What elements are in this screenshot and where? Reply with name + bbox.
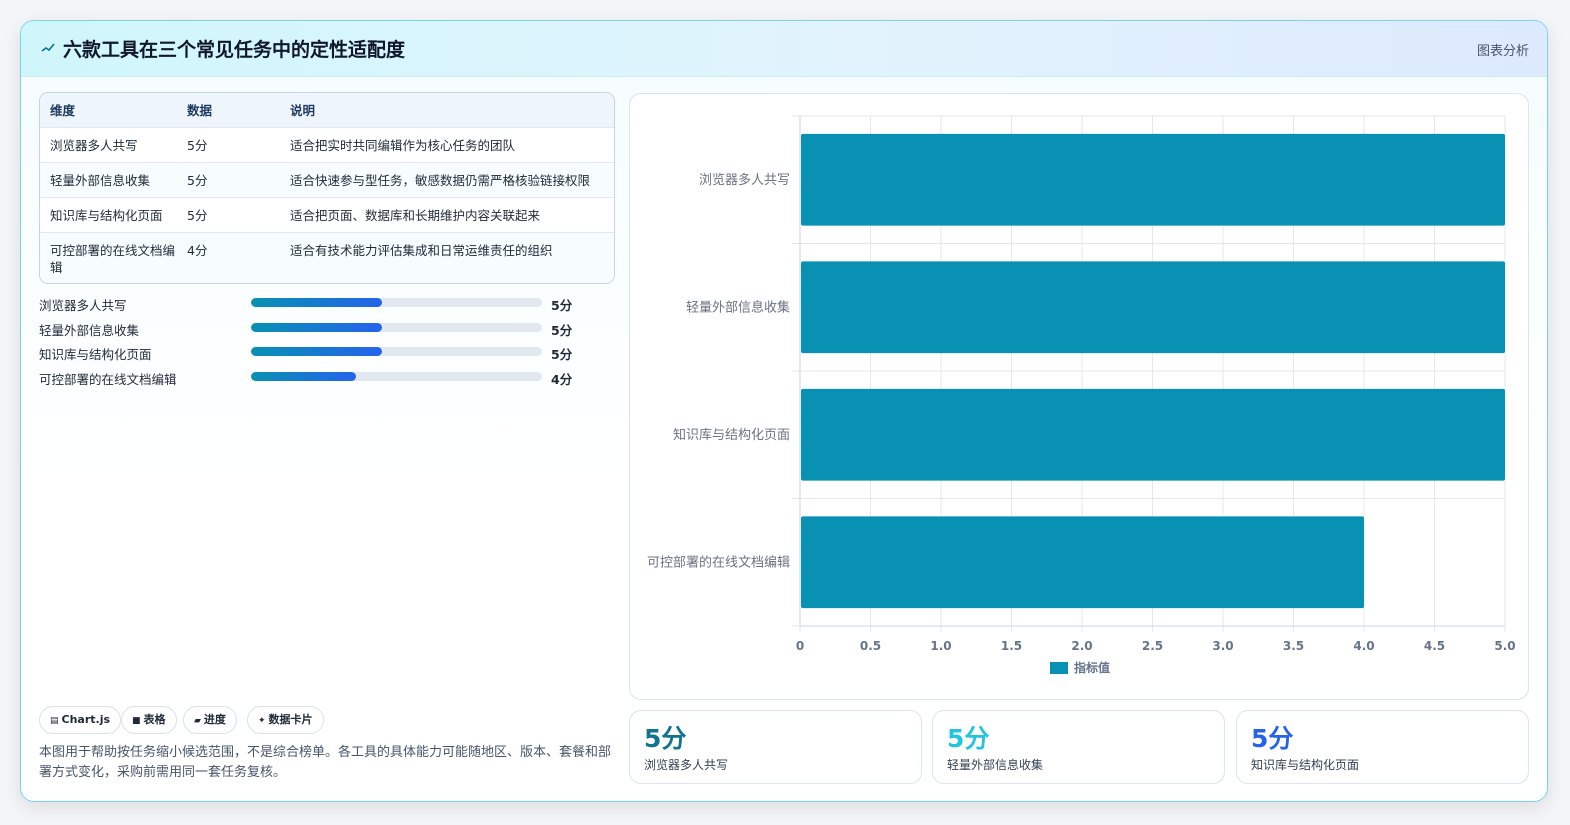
x-tick-label: 4.5: [1424, 639, 1445, 653]
chart-panel: 0 0.5 1.0 1.5 2.0 2.5 3.0 3.5 4.0 4.5 5.0 浏览器多人共写轻量…: [629, 93, 1529, 700]
progress-track: [251, 298, 542, 307]
dashboard-card: 六款工具在三个常见任务中的定性适配度 图表分析 维度 数据 说明 浏览器多人共写…: [20, 20, 1548, 802]
table-cell-value: 5分: [187, 208, 208, 223]
tag-label: 数据卡片: [268, 713, 313, 726]
progress-track: [251, 372, 542, 381]
x-tick-label: 3.5: [1283, 639, 1304, 653]
progress-fill: [251, 372, 356, 381]
table-icon: ■: [132, 716, 141, 726]
progress-list: 浏览器多人共写 5分 轻量外部信息收集 5分 知识库与结构化页面 5分 可控部署…: [39, 293, 599, 403]
x-tick-label: 2.5: [1142, 639, 1163, 653]
tag-table[interactable]: ■ 表格: [121, 706, 177, 734]
footnote: 本图用于帮助按任务缩小候选范围，不是综合榜单。各工具的具体能力可能随地区、版本、…: [39, 745, 612, 780]
tag-label: 进度: [203, 713, 226, 726]
tag-label: 表格: [143, 713, 166, 726]
category-label: 浏览器多人共写: [699, 172, 790, 188]
stat-card: 5分 浏览器多人共写: [629, 710, 922, 784]
table-cell-dimension: 知识库与结构化页面: [50, 208, 163, 223]
progress-label: 知识库与结构化页面: [39, 347, 152, 362]
stat-card: 5分 知识库与结构化页面: [1236, 710, 1529, 784]
progress-value: 5分: [551, 323, 573, 338]
x-tick-label: 2.0: [1071, 639, 1092, 653]
data-table: 维度 数据 说明 浏览器多人共写 5分 适合把实时共同编辑作为核心任务的团队 轻…: [39, 92, 615, 284]
table-header-description: 说明: [290, 103, 316, 118]
category-label: 可控部署的在线文档编辑: [647, 554, 790, 570]
x-tick-label: 4.0: [1353, 639, 1374, 653]
chart-analysis-link[interactable]: 图表分析: [1477, 40, 1529, 59]
tag-progress[interactable]: ▰ 进度: [183, 706, 237, 734]
progress-track: [251, 323, 542, 332]
x-tick-label: 0: [796, 639, 804, 653]
tag-list: ▤ Chart.js ■ 表格 ▰ 进度 ✦ 数据卡片: [39, 706, 439, 736]
chart-icon: ▤: [50, 716, 59, 726]
x-tick-label: 1.5: [1001, 639, 1022, 653]
x-tick-label: 1.0: [930, 639, 951, 653]
table-header-row: 维度 数据 说明: [40, 93, 614, 127]
legend-label: 指标值: [1074, 660, 1110, 675]
table-cell-description: 适合有技术能力评估集成和日常运维责任的组织: [290, 243, 553, 258]
table-row: 轻量外部信息收集 5分 适合快速参与型任务，敏感数据仍需严格核验链接权限: [40, 162, 614, 197]
tag-chartjs[interactable]: ▤ Chart.js: [39, 706, 122, 734]
stat-value: 5分: [947, 724, 990, 753]
tag-data-card[interactable]: ✦ 数据卡片: [247, 706, 324, 734]
progress-fill: [251, 298, 382, 307]
progress-label: 浏览器多人共写: [39, 298, 127, 313]
page-title: 六款工具在三个常见任务中的定性适配度: [63, 39, 406, 61]
bar: [801, 261, 1505, 354]
progress-fill: [251, 323, 382, 332]
progress-row: 知识库与结构化页面 5分: [39, 342, 599, 362]
stat-value: 5分: [1251, 724, 1294, 753]
card-icon: ✦: [258, 716, 266, 726]
progress-value: 5分: [551, 347, 573, 362]
category-label: 轻量外部信息收集: [686, 299, 790, 315]
table-cell-dimension: 轻量外部信息收集: [50, 173, 151, 188]
tag-label: Chart.js: [61, 713, 111, 726]
legend-swatch: [1050, 662, 1068, 674]
progress-icon: ▰: [194, 716, 201, 726]
bar: [801, 133, 1505, 226]
category-label: 知识库与结构化页面: [673, 427, 790, 443]
stat-label: 知识库与结构化页面: [1251, 758, 1360, 772]
table-row: 知识库与结构化页面 5分 适合把页面、数据库和长期维护内容关联起来: [40, 197, 614, 232]
table-cell-dimension: 可控部署的在线文档编辑: [50, 243, 176, 275]
progress-row: 浏览器多人共写 5分: [39, 293, 599, 313]
stat-value: 5分: [644, 724, 687, 753]
bar: [801, 516, 1364, 609]
progress-row: 可控部署的在线文档编辑 4分: [39, 367, 599, 387]
progress-track: [251, 347, 542, 356]
table-cell-value: 5分: [187, 138, 208, 153]
table-row: 可控部署的在线文档编辑 4分 适合有技术能力评估集成和日常运维责任的组织: [40, 232, 614, 283]
x-tick-label: 5.0: [1494, 639, 1515, 653]
stat-card: 5分 轻量外部信息收集: [932, 710, 1225, 784]
progress-label: 可控部署的在线文档编辑: [39, 372, 177, 387]
progress-value: 4分: [551, 372, 573, 387]
table-cell-description: 适合快速参与型任务，敏感数据仍需严格核验链接权限: [290, 173, 591, 188]
progress-fill: [251, 347, 382, 356]
header: 六款工具在三个常见任务中的定性适配度 图表分析: [21, 21, 1547, 77]
bar-chart: 0 0.5 1.0 1.5 2.0 2.5 3.0 3.5 4.0 4.5 5.0 浏览器多人共写轻量…: [647, 115, 1516, 675]
table-header-dimension: 维度: [50, 103, 76, 118]
x-tick-label: 0.5: [860, 639, 881, 653]
table-cell-description: 适合把页面、数据库和长期维护内容关联起来: [290, 208, 541, 223]
table-cell-dimension: 浏览器多人共写: [50, 138, 138, 153]
progress-value: 5分: [551, 298, 573, 313]
stat-label: 浏览器多人共写: [644, 758, 729, 772]
table-header-data: 数据: [187, 103, 213, 118]
table-cell-description: 适合把实时共同编辑作为核心任务的团队: [290, 138, 516, 153]
x-tick-label: 3.0: [1212, 639, 1233, 653]
sparkline-icon: [41, 43, 55, 52]
stat-label: 轻量外部信息收集: [947, 758, 1044, 772]
table-cell-value: 5分: [187, 173, 208, 188]
table-row: 浏览器多人共写 5分 适合把实时共同编辑作为核心任务的团队: [40, 127, 614, 162]
progress-label: 轻量外部信息收集: [39, 323, 140, 338]
progress-row: 轻量外部信息收集 5分: [39, 318, 599, 338]
table-cell-value: 4分: [187, 243, 208, 258]
bar: [801, 388, 1505, 481]
